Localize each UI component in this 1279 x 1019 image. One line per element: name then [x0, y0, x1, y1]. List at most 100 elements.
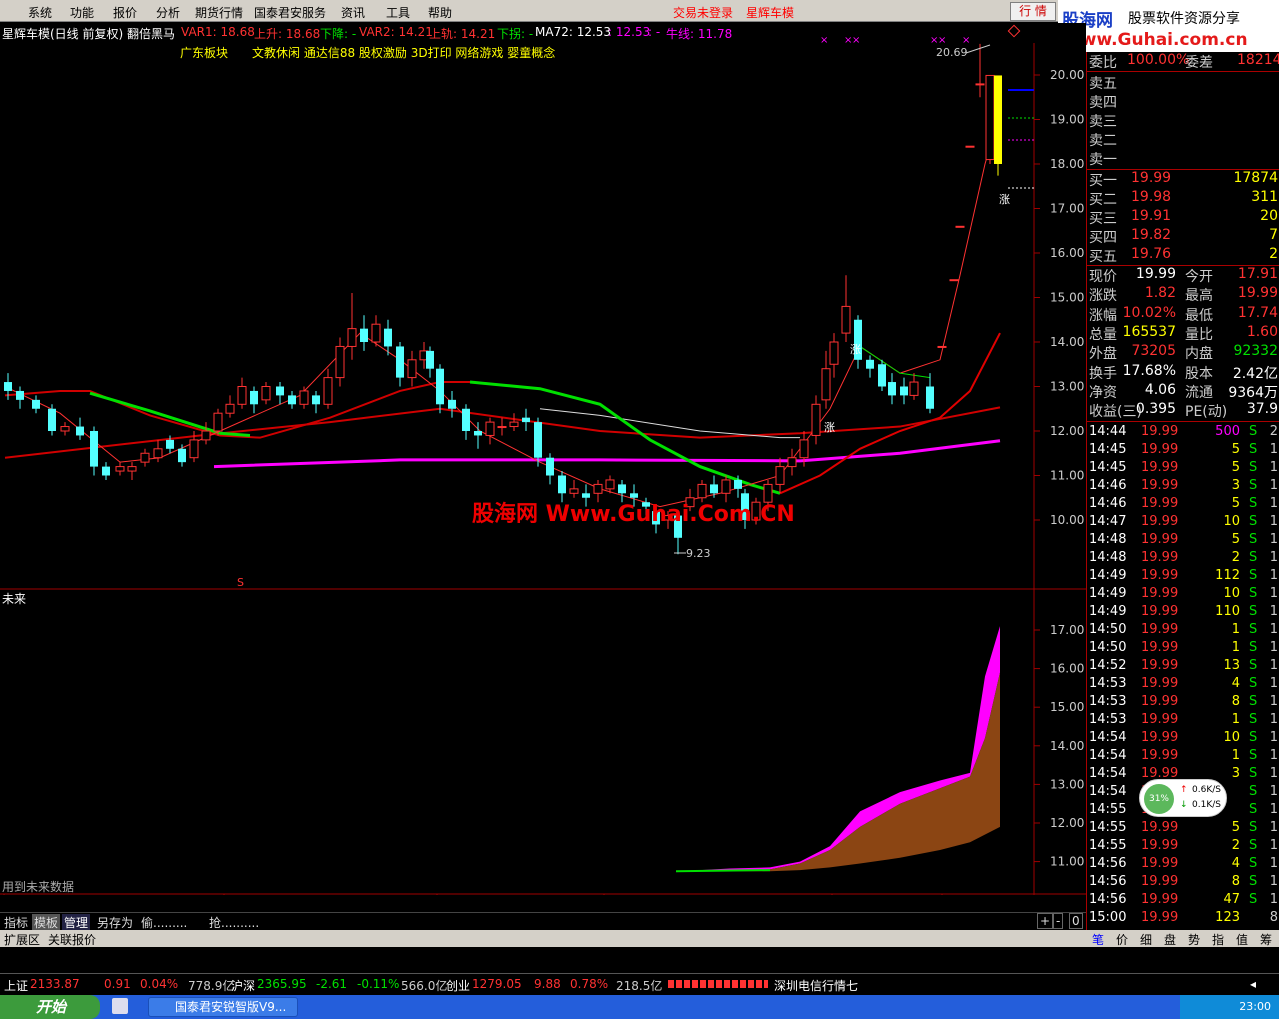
tick-volume: 5 — [1231, 820, 1240, 835]
sub-tick-label: 14.00 — [1050, 739, 1084, 753]
limit-up-marker: 涨 — [999, 193, 1010, 206]
tick-time: 14:53 — [1089, 676, 1127, 691]
tick-side: S — [1249, 802, 1258, 817]
menu-tools[interactable]: 工具 — [386, 4, 410, 21]
tab-manage[interactable]: 管理 — [62, 914, 91, 930]
buy-label: 买五 — [1089, 249, 1117, 265]
candle-body — [509, 421, 519, 428]
tick-count: 1 — [1269, 640, 1278, 655]
kline-chart[interactable]: 20.00 19.00 18.00 17.00 16.00 15.00 14.00 13.00… — [0, 23, 1086, 895]
tick-side: S — [1249, 730, 1258, 745]
sell-3[interactable]: 卖三 — [1087, 111, 1279, 130]
tab-custom-2[interactable]: 抢.......... — [207, 914, 261, 930]
tab-template[interactable]: 模板 — [32, 914, 61, 930]
news-ticker[interactable]: 深圳电信行情七 — [774, 977, 858, 994]
tick-side: S — [1249, 820, 1258, 835]
stat-row: 涨跌 1.82 最高 19.99 — [1087, 285, 1279, 304]
stat-value: 10.02% — [1122, 304, 1176, 321]
buy-volume: 20 — [1260, 208, 1278, 224]
tab-save-as[interactable]: 另存为 — [95, 914, 135, 930]
buy-2[interactable]: 买二 19.98 311 — [1087, 189, 1279, 208]
menu-system[interactable]: 系统 — [28, 4, 52, 21]
stat-label: 量比 — [1185, 326, 1213, 343]
tick-volume: 500 — [1215, 424, 1240, 439]
tab-indicator[interactable]: 指标 — [2, 914, 30, 930]
menu-news[interactable]: 资讯 — [341, 4, 365, 21]
buy-price: 19.99 — [1131, 170, 1172, 186]
sell-5[interactable]: 卖五 — [1087, 73, 1279, 92]
quote-tab[interactable]: 筹 — [1260, 931, 1272, 948]
tick-volume: 123 — [1215, 910, 1240, 925]
trade-login-status[interactable]: 交易未登录 — [673, 4, 733, 21]
candle-body — [985, 74, 995, 161]
tick-volume: 4 — [1231, 676, 1240, 691]
candle-body — [115, 466, 125, 472]
candle-body — [821, 368, 831, 401]
menu-gtja-service[interactable]: 国泰君安服务 — [254, 4, 326, 21]
quote-tab[interactable]: 指 — [1212, 931, 1224, 948]
buy-5[interactable]: 买五 19.76 2 — [1087, 246, 1279, 265]
status-menu-icon[interactable]: ◂ — [1250, 977, 1256, 991]
buy-3[interactable]: 买三 19.91 20 — [1087, 208, 1279, 227]
quote-tab[interactable]: 价 — [1116, 931, 1128, 948]
sz-value: 2365.95 — [257, 977, 307, 991]
bull-line-value: 牛线: 11.78 — [666, 27, 733, 41]
sz-pct: -0.11% — [357, 977, 400, 991]
quicklaunch-icon[interactable] — [112, 998, 128, 1014]
reset-zoom-button[interactable]: 0 — [1069, 913, 1083, 929]
tick-row: 14:47 19.99 10 S 1 — [1087, 514, 1279, 532]
sell-2[interactable]: 卖二 — [1087, 130, 1279, 149]
tick-count: 1 — [1269, 748, 1278, 763]
buy-1[interactable]: 买一 19.99 17874 — [1087, 170, 1279, 189]
tick-row: 14:44 19.99 500 S 2 — [1087, 424, 1279, 442]
quote-button[interactable]: 行 情 — [1010, 2, 1056, 21]
tick-time: 14:52 — [1089, 658, 1127, 673]
menu-help[interactable]: 帮助 — [428, 4, 452, 21]
sell-4[interactable]: 卖四 — [1087, 92, 1279, 111]
network-speed-widget[interactable]: 31% ↑ 0.6K/S ↓ 0.1K/S — [1139, 779, 1227, 817]
quote-tab[interactable]: 盘 — [1164, 931, 1176, 948]
taskbar-app-item[interactable]: 国泰君安锐智版V9... — [148, 997, 298, 1017]
tick-count: 1 — [1269, 784, 1278, 799]
zoom-out-button[interactable]: - — [1053, 913, 1064, 929]
tick-side: S — [1249, 550, 1258, 565]
stat-row: 净资 4.06 流通 9364万 — [1087, 382, 1279, 401]
menu-quote[interactable]: 报价 — [113, 4, 137, 21]
tick-row: 14:55 19.99 2 S 1 — [1087, 838, 1279, 856]
stat-row: 现价 19.99 今开 17.91 — [1087, 266, 1279, 285]
tick-price: 19.99 — [1141, 712, 1179, 727]
candle-body — [360, 328, 368, 342]
tick-volume: 2 — [1231, 838, 1240, 853]
price-tick-label: 11.00 — [1050, 469, 1084, 483]
menu-analysis[interactable]: 分析 — [156, 4, 180, 21]
related-quotes-tab[interactable]: 关联报价 — [48, 931, 96, 948]
tick-row: 14:50 19.99 1 S 1 — [1087, 640, 1279, 658]
quote-tab[interactable]: 值 — [1236, 931, 1248, 948]
ext-area-tab[interactable]: 扩展区 — [4, 931, 40, 948]
buy-4[interactable]: 买四 19.82 7 — [1087, 227, 1279, 246]
tick-row: 14:53 19.99 4 S 1 — [1087, 676, 1279, 694]
sub-tick-label: 16.00 — [1050, 662, 1084, 676]
tick-volume: 5 — [1231, 442, 1240, 457]
menu-function[interactable]: 功能 — [70, 4, 94, 21]
zoom-in-button[interactable]: + — [1037, 913, 1054, 929]
candle-body — [250, 390, 258, 405]
price-tick-label: 20.00 — [1050, 68, 1084, 82]
tick-side: S — [1249, 838, 1258, 853]
quote-tab[interactable]: 势 — [1188, 931, 1200, 948]
sell-1[interactable]: 卖一 — [1087, 149, 1279, 168]
start-button[interactable]: 开始 — [0, 995, 100, 1019]
quote-tab[interactable]: 细 — [1140, 931, 1152, 948]
system-tray-clock[interactable]: 23:00 — [1180, 995, 1279, 1019]
buy-volume: 17874 — [1233, 170, 1278, 186]
tick-row: 14:46 19.99 5 S 1 — [1087, 496, 1279, 514]
tab-custom-1[interactable]: 偷......... — [139, 914, 189, 930]
candle-body — [140, 452, 150, 463]
windows-taskbar: 开始 国泰君安锐智版V9... 23:00 — [0, 995, 1279, 1019]
download-arrow-icon: ↓ — [1180, 800, 1188, 810]
quote-tab[interactable]: 笔 — [1092, 931, 1104, 948]
stat-row: 总量 165537 量比 1.60 — [1087, 324, 1279, 343]
tick-count: 1 — [1269, 694, 1278, 709]
order-diff-label: 委差 — [1185, 55, 1213, 71]
menu-futures[interactable]: 期货行情 — [195, 4, 243, 21]
